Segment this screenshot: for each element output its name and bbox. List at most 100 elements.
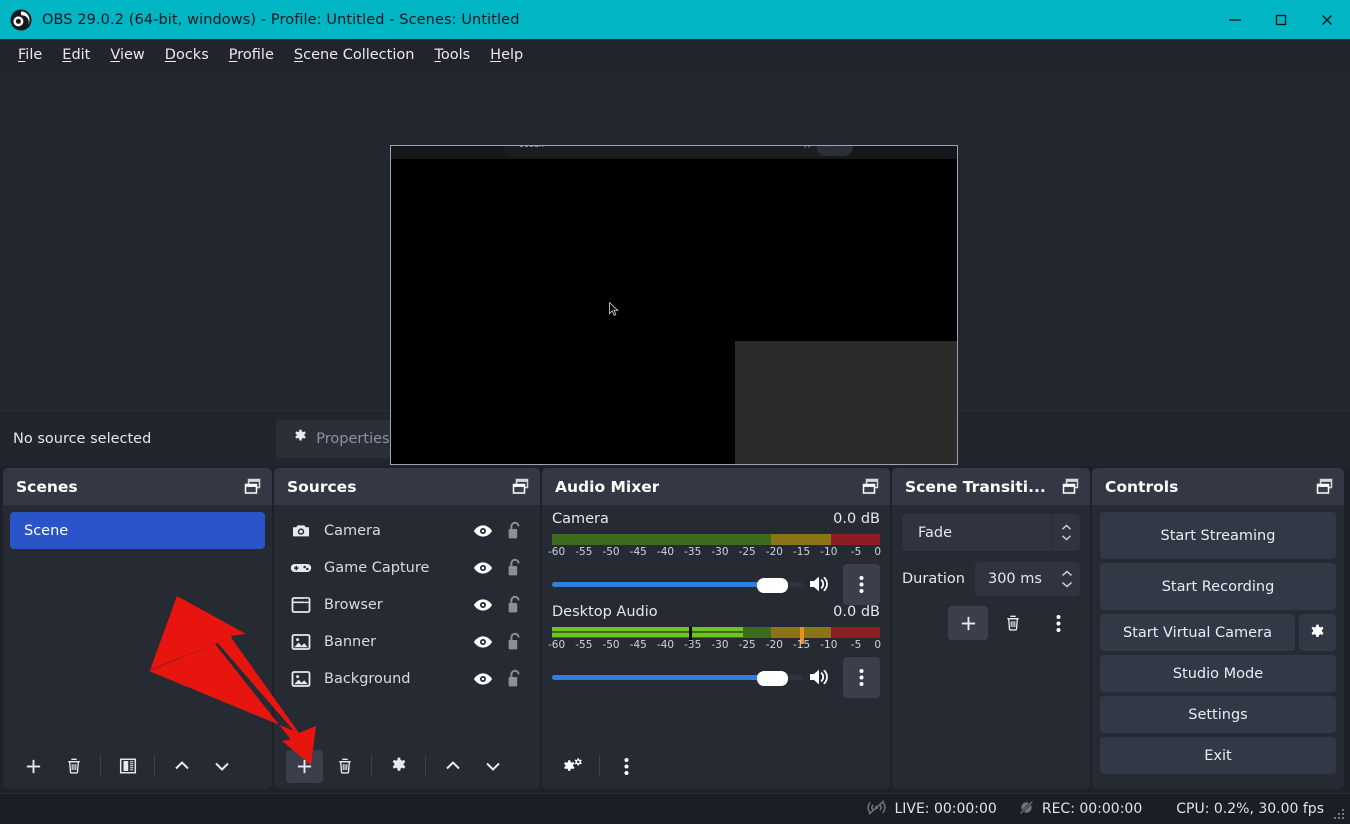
move-source-down-button[interactable] bbox=[474, 750, 511, 783]
minimize-icon[interactable] bbox=[1212, 0, 1258, 39]
db-tick: -45 bbox=[629, 546, 647, 558]
virtual-camera-settings-button[interactable] bbox=[1299, 614, 1336, 651]
maximize-icon[interactable] bbox=[1258, 0, 1304, 39]
selected-source-status: No source selected bbox=[13, 430, 152, 447]
undock-icon[interactable] bbox=[510, 478, 530, 496]
transition-select[interactable]: Fade bbox=[902, 514, 1080, 551]
menu-scene-collection[interactable]: Scene Collection bbox=[284, 44, 425, 66]
eye-icon[interactable] bbox=[468, 561, 498, 575]
audio-mixer-toolbar bbox=[542, 743, 890, 789]
undock-icon[interactable] bbox=[1060, 478, 1080, 496]
sources-toolbar bbox=[274, 743, 540, 789]
start-streaming-button[interactable]: Start Streaming bbox=[1100, 512, 1336, 559]
properties-button[interactable]: Properties bbox=[276, 419, 407, 458]
scene-transitions-dock-header: Scene Transiti... bbox=[892, 468, 1090, 505]
add-transition-button[interactable] bbox=[948, 606, 988, 640]
scenes-dock-body: Scene bbox=[3, 505, 272, 789]
audio-mixer-menu-button[interactable] bbox=[608, 750, 645, 783]
scenes-dock-header: Scenes bbox=[3, 468, 272, 505]
resize-grip-icon[interactable] bbox=[1334, 809, 1345, 820]
remove-source-button[interactable] bbox=[326, 750, 363, 783]
audio-track-db: 0.0 dB bbox=[833, 604, 880, 620]
unlock-icon[interactable] bbox=[498, 595, 532, 614]
source-list-item[interactable]: Browser bbox=[274, 586, 540, 623]
volume-slider[interactable] bbox=[552, 573, 803, 595]
move-source-up-button[interactable] bbox=[434, 750, 471, 783]
toolbar-separator bbox=[599, 755, 600, 777]
sources-list[interactable]: Camera Game Capture Browser Banner Backg… bbox=[274, 505, 540, 743]
audio-track-menu-button[interactable] bbox=[843, 563, 880, 605]
source-label: Background bbox=[324, 670, 411, 687]
volume-slider-knob[interactable] bbox=[756, 578, 788, 593]
move-scene-down-button[interactable] bbox=[203, 750, 240, 783]
audio-meter-channel bbox=[552, 633, 880, 637]
db-tick: -25 bbox=[738, 546, 756, 558]
source-list-item[interactable]: Background bbox=[274, 660, 540, 697]
eye-icon[interactable] bbox=[468, 635, 498, 649]
speaker-icon[interactable] bbox=[803, 574, 837, 594]
undock-icon[interactable] bbox=[1314, 478, 1334, 496]
volume-slider[interactable] bbox=[552, 666, 803, 688]
undock-icon[interactable] bbox=[860, 478, 880, 496]
close-icon[interactable] bbox=[1304, 0, 1350, 39]
db-tick: -60 bbox=[548, 639, 566, 651]
audio-advanced-properties-button[interactable] bbox=[554, 750, 591, 783]
eye-icon[interactable] bbox=[468, 672, 498, 686]
settings-button[interactable]: Settings bbox=[1100, 696, 1336, 733]
add-scene-button[interactable] bbox=[15, 750, 52, 783]
duration-value[interactable]: 300 ms bbox=[975, 562, 1054, 596]
source-list-item[interactable]: Camera bbox=[274, 512, 540, 549]
add-source-button[interactable] bbox=[286, 749, 323, 783]
source-list-item[interactable]: Game Capture bbox=[274, 549, 540, 586]
transition-select-arrows[interactable] bbox=[1051, 514, 1080, 551]
eye-icon[interactable] bbox=[468, 598, 498, 612]
menu-tools[interactable]: Tools bbox=[424, 44, 480, 66]
unlock-icon[interactable] bbox=[498, 558, 532, 577]
audio-track-name: Camera bbox=[552, 511, 609, 527]
source-list-item[interactable]: Banner bbox=[274, 623, 540, 660]
eye-icon[interactable] bbox=[468, 524, 498, 538]
captured-window-close-icon: × bbox=[803, 146, 811, 151]
preview-area[interactable]: ocean × ⌕ bbox=[0, 70, 1350, 465]
move-scene-up-button[interactable] bbox=[163, 750, 200, 783]
audio-mixer-dock-title: Audio Mixer bbox=[555, 477, 660, 496]
volume-slider-knob[interactable] bbox=[756, 671, 788, 686]
duration-spinner-arrows[interactable] bbox=[1054, 562, 1080, 596]
transition-menu-button[interactable] bbox=[1038, 606, 1078, 640]
duration-spinner[interactable]: 300 ms bbox=[974, 562, 1080, 596]
unlock-icon[interactable] bbox=[498, 632, 532, 651]
scene-transitions-dock: Scene Transiti... Fade Duration 300 ms bbox=[892, 468, 1090, 789]
camera-icon bbox=[290, 520, 312, 542]
scene-filters-button[interactable] bbox=[109, 750, 146, 783]
studio-mode-button[interactable]: Studio Mode bbox=[1100, 655, 1336, 692]
captured-window-content-panel bbox=[735, 341, 957, 464]
remove-scene-button[interactable] bbox=[55, 750, 92, 783]
audio-track-menu-button[interactable] bbox=[843, 656, 880, 698]
remove-transition-button[interactable] bbox=[993, 606, 1033, 640]
menu-help[interactable]: Help bbox=[480, 44, 533, 66]
stream-inactive-icon bbox=[866, 799, 887, 820]
db-tick: -10 bbox=[820, 546, 838, 558]
db-tick: -5 bbox=[850, 546, 862, 558]
db-tick: -45 bbox=[629, 639, 647, 651]
undock-icon[interactable] bbox=[242, 478, 262, 496]
speaker-icon[interactable] bbox=[803, 667, 837, 687]
start-recording-button[interactable]: Start Recording bbox=[1100, 563, 1336, 610]
unlock-icon[interactable] bbox=[498, 521, 532, 540]
menu-file[interactable]: File bbox=[8, 44, 52, 66]
start-virtual-camera-button[interactable]: Start Virtual Camera bbox=[1100, 614, 1295, 651]
menu-docks[interactable]: Docks bbox=[155, 44, 219, 66]
preview-canvas[interactable]: ocean × ⌕ bbox=[391, 146, 957, 464]
exit-button[interactable]: Exit bbox=[1100, 737, 1336, 774]
menu-profile[interactable]: Profile bbox=[219, 44, 284, 66]
scene-list-item[interactable]: Scene bbox=[10, 512, 265, 549]
db-tick: -5 bbox=[850, 639, 862, 651]
audio-track-name: Desktop Audio bbox=[552, 604, 658, 620]
menu-view[interactable]: View bbox=[100, 44, 154, 66]
source-label: Camera bbox=[324, 522, 381, 539]
unlock-icon[interactable] bbox=[498, 669, 532, 688]
image-icon bbox=[290, 668, 312, 690]
source-properties-button[interactable] bbox=[380, 750, 417, 783]
scenes-list[interactable]: Scene bbox=[3, 505, 272, 743]
menu-edit[interactable]: Edit bbox=[52, 44, 100, 66]
